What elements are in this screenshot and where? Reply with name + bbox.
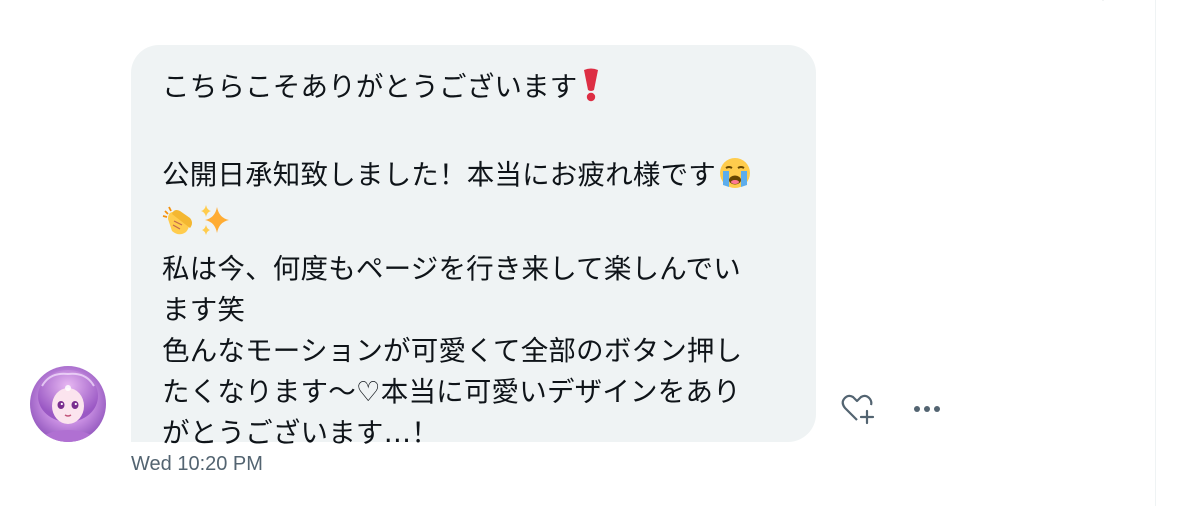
message-line: 公開日承知致しました！本当にお疲れ様です xyxy=(162,155,786,202)
more-horizontal-icon xyxy=(914,406,940,412)
avatar-image xyxy=(30,366,106,442)
loudly-crying-face-icon xyxy=(718,156,752,202)
heavy-exclamation-icon xyxy=(580,68,602,114)
message-timestamp: Wed 10:20 PM xyxy=(131,453,263,475)
message-line-blank xyxy=(162,114,786,155)
message-line: ます笑 xyxy=(162,294,246,326)
sparkles-icon xyxy=(198,203,232,249)
message-line: がとうございます…！ xyxy=(162,417,439,449)
message-line xyxy=(162,202,786,249)
clapping-hands-icon xyxy=(162,203,196,249)
pane-divider xyxy=(1155,0,1156,506)
conversation-pane: こちらこそありがとうございます 公開日承知致しました！本当にお疲れ様です 私は今… xyxy=(0,0,1155,506)
message-line: たくなります〜♡本当に可愛いデザインをあり xyxy=(162,376,741,408)
avatar[interactable] xyxy=(30,366,106,442)
more-options-button[interactable] xyxy=(908,393,946,425)
message-bubble[interactable]: こちらこそありがとうございます 公開日承知致しました！本当にお疲れ様です 私は今… xyxy=(131,45,816,449)
message-row: こちらこそありがとうございます 公開日承知致しました！本当にお疲れ様です 私は今… xyxy=(0,0,1155,506)
message-line: こちらこそありがとうございます xyxy=(162,67,786,114)
message-line: 色んなモーションが可愛くて全部のボタン押し xyxy=(162,335,743,367)
message-line: 私は今、何度もページを行き来して楽しんでい xyxy=(162,253,741,285)
heart-plus-icon xyxy=(841,394,875,425)
add-reaction-button[interactable] xyxy=(838,390,876,428)
